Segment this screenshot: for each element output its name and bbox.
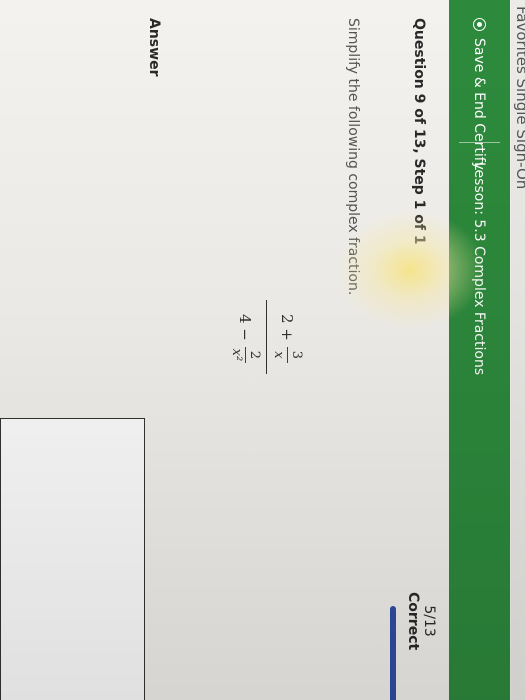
bookmarks-text: Favorites Single Sign-On [513,6,525,190]
denominator-sub-bar [245,346,246,363]
score-display: 5/13 Correct [405,592,437,650]
page: Favorites Single Sign-On Save & End Cert… [0,0,525,700]
lesson-title: Lesson: 5.3 Complex Fractions [471,162,488,376]
complex-fraction: 2 + 3 x 4 − 2 x² [229,300,304,374]
main-fraction-bar [266,300,267,374]
record-icon [473,18,486,31]
numerator-whole: 2 + [278,314,297,341]
fraction-numerator: 2 + 3 x [271,300,304,374]
header-divider [459,142,500,143]
answer-label: Answer [146,18,162,77]
score-status: Correct [405,592,421,651]
numerator-sub-bottom: x [271,351,286,359]
numerator-sub-top: 3 [289,350,304,360]
fraction-denominator: 4 − 2 x² [229,300,262,374]
save-end-certify-button[interactable]: Save & End Certify [449,18,510,170]
question-step-label: Question 9 of 13, Step 1 of 1 [411,18,427,245]
answer-input[interactable] [0,418,145,700]
numerator-sub-bar [287,346,288,363]
denominator-sub-top: 2 [247,350,262,360]
browser-bookmarks-bar: Favorites Single Sign-On [511,0,525,700]
denominator-sub-bottom: x² [229,348,244,362]
save-end-certify-label: Save & End Certify [471,38,488,170]
question-prompt: Simplify the following complex fraction. [345,18,361,296]
progress-bar [390,606,396,700]
header-banner: Save & End Certify Lesson: 5.3 Complex F… [449,0,510,700]
denominator-subfraction: 2 x² [229,346,262,363]
score-count: 5/13 [421,605,437,637]
numerator-subfraction: 3 x [271,346,304,363]
denominator-whole: 4 − [236,314,255,341]
